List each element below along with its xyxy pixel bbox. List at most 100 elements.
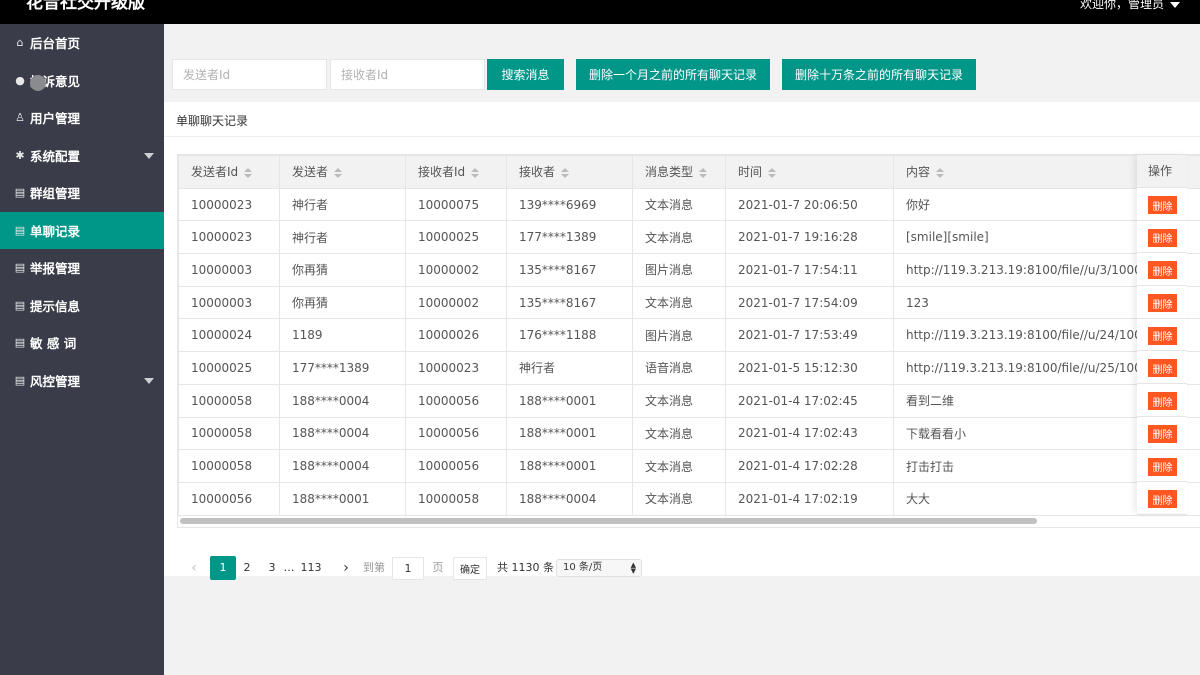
delete-row-button[interactable]: 删除 bbox=[1148, 228, 1177, 247]
column-header[interactable]: 时间 bbox=[725, 155, 894, 189]
column-header[interactable]: 发送者 bbox=[279, 155, 406, 189]
prev-page-button[interactable]: ‹ bbox=[187, 556, 201, 580]
gear-icon: ✱ bbox=[15, 148, 25, 162]
user-icon: ♙ bbox=[15, 111, 25, 125]
search-toolbar: 搜索消息 删除一个月之前的所有聊天记录 删除十万条之前的所有聊天记录 bbox=[164, 24, 1200, 100]
sort-icon[interactable] bbox=[334, 167, 343, 178]
column-header-label: 发送者 bbox=[292, 165, 329, 180]
delete-row-button[interactable]: 删除 bbox=[1148, 392, 1177, 411]
horizontal-scrollbar[interactable] bbox=[180, 518, 1037, 524]
action-cell: 删除 bbox=[1137, 221, 1187, 254]
table-cell: 188****0001 bbox=[506, 449, 633, 483]
table-cell: 神行者 bbox=[279, 187, 406, 222]
sidebar-item-dashboard[interactable]: ⌂ 后台首页 bbox=[0, 24, 164, 62]
sort-icon[interactable] bbox=[561, 167, 570, 178]
delete-row-button[interactable]: 删除 bbox=[1148, 490, 1177, 509]
table-cell: 188****0001 bbox=[506, 416, 633, 451]
sort-icon[interactable] bbox=[768, 167, 777, 178]
column-header[interactable]: 发送者Id bbox=[178, 155, 280, 189]
sidebar-item-label: 用户管理 bbox=[30, 111, 81, 127]
column-header[interactable]: 接收者Id bbox=[405, 155, 507, 189]
sidebar-item-users[interactable]: ♙ 用户管理 bbox=[0, 99, 164, 137]
sidebar-item-label: 系统配置 bbox=[30, 148, 81, 164]
document-icon: ▤ bbox=[14, 373, 26, 387]
table-cell: 10000023 bbox=[178, 220, 280, 255]
column-header[interactable]: 消息类型 bbox=[632, 155, 726, 189]
page-button-113[interactable]: 113 bbox=[299, 556, 323, 580]
table-row: 10000058 188****0004 10000056 188****0001 文本… bbox=[178, 449, 1200, 483]
page-button-2[interactable]: 2 bbox=[240, 556, 254, 580]
delete-100k-old-button[interactable]: 删除十万条之前的所有聊天记录 bbox=[782, 59, 976, 90]
sort-icon[interactable] bbox=[244, 167, 253, 178]
sidebar-item-risk-control[interactable]: ▤ 风控管理 bbox=[0, 362, 164, 400]
sender-id-input[interactable] bbox=[172, 59, 327, 90]
document-icon: ▤ bbox=[14, 261, 26, 275]
sidebar-item-groups[interactable]: ▤ 群组管理 bbox=[0, 174, 164, 212]
receiver-id-input[interactable] bbox=[330, 59, 485, 90]
goto-confirm-button[interactable]: 确定 bbox=[453, 557, 487, 580]
table-cell: 10000058 bbox=[178, 416, 280, 451]
sort-icon[interactable] bbox=[936, 167, 945, 178]
sidebar-item-complaints[interactable]: ● 投诉意见 bbox=[0, 62, 164, 100]
chat-records-panel: 单聊聊天记录 发送者Id 发送者 接收者Id 接收者 消息类型 时间 内容 10000023… bbox=[164, 102, 1200, 580]
table-cell: 10000025 bbox=[178, 351, 280, 385]
delete-row-button[interactable]: 删除 bbox=[1148, 359, 1177, 378]
page-button-1[interactable]: 1 bbox=[210, 556, 236, 580]
delete-row-button[interactable]: 删除 bbox=[1148, 294, 1177, 313]
table-cell: 10000058 bbox=[405, 481, 507, 516]
column-header-label: 时间 bbox=[738, 165, 763, 180]
table-cell: 10000003 bbox=[178, 253, 280, 287]
sort-icon[interactable] bbox=[699, 167, 708, 178]
table-cell: 神行者 bbox=[506, 351, 633, 385]
sidebar-item-notices[interactable]: ▤ 提示信息 bbox=[0, 287, 164, 325]
delete-row-button[interactable]: 删除 bbox=[1148, 196, 1177, 214]
table-row: 10000025 177****1389 10000023 神行者 语音消息 2021-0… bbox=[178, 351, 1200, 385]
delete-row-button[interactable]: 删除 bbox=[1148, 424, 1177, 443]
table-cell: 177****1389 bbox=[506, 220, 633, 255]
table-cell: 2021-01-4 17:02:45 bbox=[725, 383, 894, 418]
table-cell: 10000025 bbox=[405, 220, 507, 255]
delete-row-button[interactable]: 删除 bbox=[1148, 261, 1177, 280]
sidebar-item-label: 提示信息 bbox=[30, 298, 81, 314]
sidebar-item-sensitive-words[interactable]: ▤ 敏 感 词 bbox=[0, 324, 164, 362]
sidebar-item-label: 后台首页 bbox=[30, 36, 81, 52]
page-button-3[interactable]: 3 bbox=[265, 556, 279, 580]
page-size-select[interactable]: 10 条/页 ▲ ▼ bbox=[556, 559, 642, 577]
action-cell: 删除 bbox=[1137, 188, 1187, 221]
table-cell: 文本消息 bbox=[632, 416, 726, 451]
sidebar-item-private-chat[interactable]: ▤ 单聊记录 bbox=[0, 211, 164, 249]
sidebar: ⌂ 后台首页 ● 投诉意见 ♙ 用户管理 ✱ 系统配置 ▤ 群组管理 ▤ 单聊记录 ▤ 举报管… bbox=[0, 24, 164, 675]
pagination: ‹ 1 2 3 … 113 › 到第 页 确定 共 1130 条 10 条/页 ▲… bbox=[177, 550, 1200, 590]
sidebar-item-reports[interactable]: ▤ 举报管理 bbox=[0, 249, 164, 287]
table-cell: 10000058 bbox=[178, 449, 280, 483]
table-cell: 你再猜 bbox=[279, 285, 406, 320]
action-column-header: 操作 bbox=[1137, 155, 1187, 188]
action-column: 操作 删除 删除 删除 删除 删除 删除 删除 删除 删除 删除 bbox=[1137, 155, 1187, 515]
table-cell: 10000056 bbox=[405, 383, 507, 418]
chat-bubble-icon: ● bbox=[15, 73, 25, 87]
delete-row-button[interactable]: 删除 bbox=[1148, 326, 1177, 345]
column-header[interactable]: 接收者 bbox=[506, 155, 633, 189]
next-page-button[interactable]: › bbox=[339, 556, 353, 580]
goto-page-input[interactable] bbox=[392, 557, 424, 580]
table-row: 10000058 188****0004 10000056 188****0001 文本… bbox=[178, 383, 1200, 418]
table-cell: 10000075 bbox=[405, 187, 507, 222]
delete-month-old-button[interactable]: 删除一个月之前的所有聊天记录 bbox=[576, 59, 770, 90]
sidebar-item-label: 单聊记录 bbox=[30, 223, 81, 239]
table-cell: 10000056 bbox=[405, 449, 507, 483]
table-cell: 10000002 bbox=[405, 253, 507, 287]
table-row: 10000003 你再猜 10000002 135****8167 图片消息 2021-0… bbox=[178, 253, 1200, 287]
delete-row-button[interactable]: 删除 bbox=[1148, 457, 1177, 476]
table-cell: 135****8167 bbox=[506, 285, 633, 320]
table-cell: 神行者 bbox=[279, 220, 406, 255]
home-icon: ⌂ bbox=[16, 36, 24, 50]
search-button[interactable]: 搜索消息 bbox=[487, 59, 564, 90]
user-menu[interactable]: 欢迎你，管理员 bbox=[1080, 0, 1180, 13]
table-cell: 文本消息 bbox=[632, 481, 726, 516]
table-row: 10000023 神行者 10000075 139****6969 文本消息 2021-0… bbox=[178, 187, 1200, 222]
sort-icon[interactable] bbox=[471, 167, 480, 178]
user-menu-label: 欢迎你，管理员 bbox=[1079, 0, 1164, 11]
table-cell: 2021-01-7 17:54:09 bbox=[725, 285, 894, 320]
total-count: 共 1130 条 bbox=[497, 561, 554, 574]
sidebar-item-system-config[interactable]: ✱ 系统配置 bbox=[0, 137, 164, 175]
